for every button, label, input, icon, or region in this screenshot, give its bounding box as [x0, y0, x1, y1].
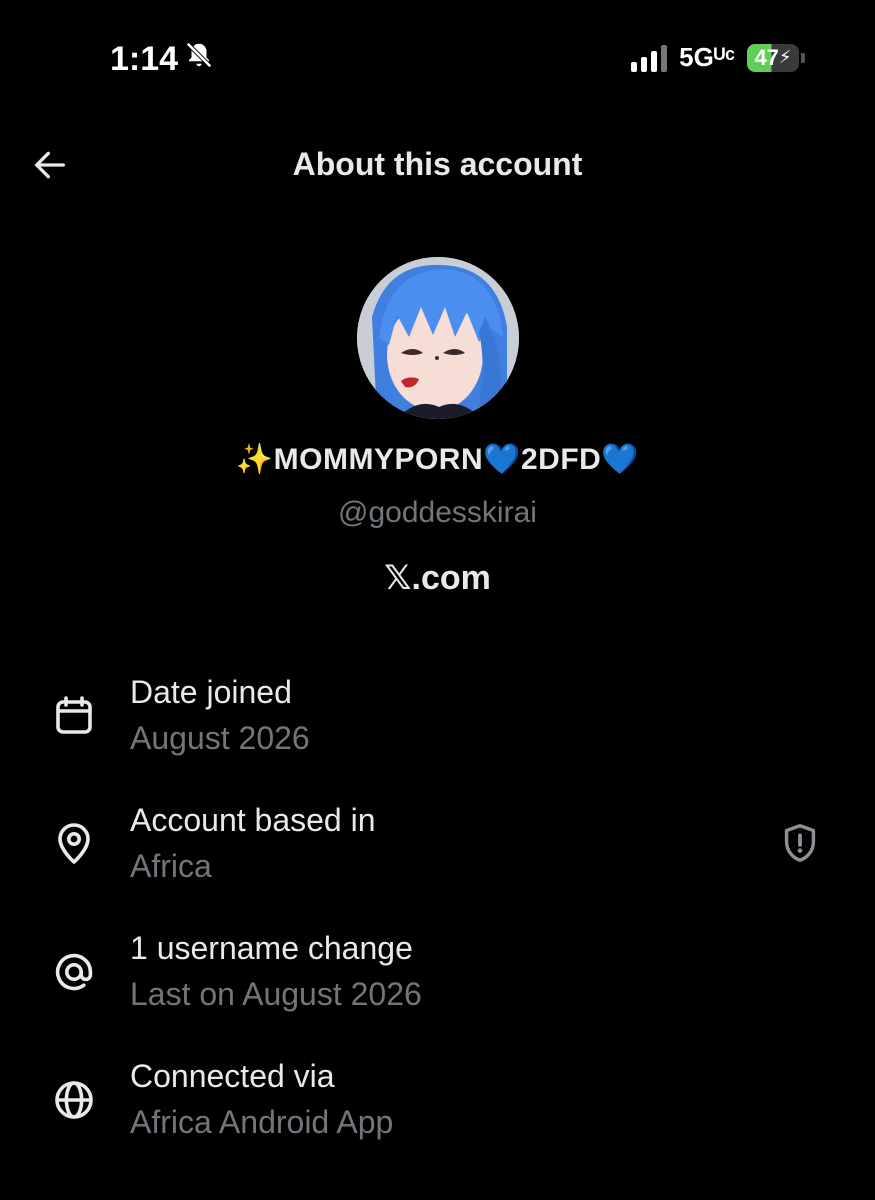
info-value: August 2026	[130, 720, 310, 756]
location-pin-icon	[50, 820, 98, 868]
avatar	[357, 257, 519, 419]
info-row-connected-via: Connected via Africa Android App	[0, 1054, 875, 1154]
battery-level: 47	[754, 44, 779, 70]
info-label: 1 username change	[130, 930, 413, 966]
info-row-date-joined: Date joined August 2026	[0, 670, 875, 770]
info-row-account-based-in: Account based in Africa	[0, 798, 875, 898]
status-indicators: 5Gᵁᶜ 47 ⚡︎	[631, 42, 805, 73]
info-row-username-change: 1 username change Last on August 2026	[0, 926, 875, 1026]
site-label: 𝕏.com	[384, 559, 491, 597]
bell-muted-icon	[184, 40, 214, 79]
status-time: 1:14	[110, 40, 214, 79]
info-label: Connected via	[130, 1058, 335, 1094]
username-handle: @goddesskirai	[338, 496, 537, 529]
info-value: Africa Android App	[130, 1104, 394, 1140]
page-title: About this account	[292, 146, 583, 182]
info-value: Africa	[130, 848, 212, 884]
calendar-icon	[50, 692, 98, 740]
at-sign-icon	[50, 948, 98, 996]
battery-icon: 47 ⚡︎	[747, 43, 805, 72]
globe-icon	[50, 1076, 98, 1124]
info-label: Account based in	[130, 802, 376, 838]
signal-strength-icon	[631, 44, 668, 72]
shield-alert-icon[interactable]	[777, 820, 823, 866]
info-value: Last on August 2026	[130, 976, 422, 1012]
info-label: Date joined	[130, 674, 292, 710]
network-type: 5Gᵁᶜ	[679, 42, 735, 72]
clock: 1:14	[110, 40, 179, 78]
display-name: ✨MOMMYPORN💙2DFD💙	[235, 443, 640, 476]
